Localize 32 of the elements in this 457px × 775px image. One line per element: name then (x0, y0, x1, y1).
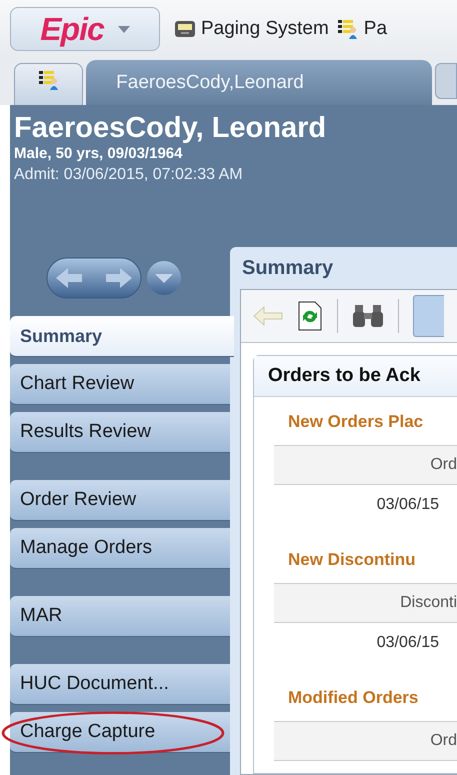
nav-tab[interactable]: HUC Document... (10, 664, 230, 705)
panel-title: Summary (241, 256, 334, 280)
pager-icon (174, 20, 196, 38)
nav-tab[interactable]: Summary (10, 316, 234, 357)
refresh-icon[interactable] (297, 301, 323, 331)
table-cell-text: 03/06/15 (376, 495, 440, 515)
toolbar-button[interactable]: Pa (336, 18, 388, 40)
nav-tab[interactable]: MAR (10, 596, 230, 637)
dropdown-icon[interactable] (146, 260, 182, 296)
patient-demographics: Male, 50 yrs, 09/03/1964 (14, 145, 184, 163)
column-header: Ord (274, 445, 457, 485)
toolbar-button[interactable]: Paging System (174, 18, 329, 40)
epic-menu-button[interactable]: Epic (10, 7, 160, 51)
nav-tab[interactable]: Order Review (10, 480, 230, 521)
admit-date: Admit: 03/06/2015, 07:02:33 AM (14, 165, 244, 185)
caret-icon (118, 26, 130, 32)
column-header: Disconti (274, 583, 457, 623)
back-forward-buttons[interactable] (46, 257, 142, 299)
patient-list-tab[interactable] (14, 63, 84, 105)
nav-tab[interactable]: Manage Orders (10, 528, 230, 569)
column-header: Ord (274, 721, 457, 761)
patient-list-icon (336, 18, 359, 40)
patient-name: FaeroesCody, Leonard (14, 111, 328, 145)
nav-tab[interactable]: Results Review (10, 412, 230, 453)
patient-list-icon (38, 69, 60, 91)
section-title: Orders to be Ack (254, 356, 457, 397)
group-title: New Discontinu (288, 549, 417, 571)
table-cell-text: 03/06/15 (376, 633, 440, 653)
binoculars-icon[interactable] (352, 303, 384, 329)
nav-tab[interactable]: Chart Review (10, 364, 230, 405)
group-title: New Orders Plac (288, 411, 424, 433)
group-title: Modified Orders (288, 687, 420, 709)
